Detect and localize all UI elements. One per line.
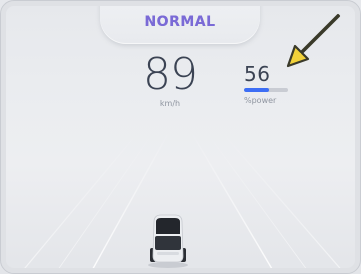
- speed-unit-label: km/h: [159, 99, 181, 108]
- drive-mode-label: NORMAL: [144, 14, 216, 30]
- power-bar: [244, 88, 288, 92]
- arrow-icon: [286, 13, 341, 68]
- instrument-cluster: NORMAL 89 km/h 56 %power: [0, 0, 361, 274]
- drive-mode-indicator[interactable]: NORMAL: [100, 0, 260, 44]
- car-icon: [148, 214, 188, 268]
- speed-readout: 89: [143, 49, 198, 100]
- power-bar-fill: [244, 88, 269, 92]
- power-unit-label: %power: [244, 96, 277, 105]
